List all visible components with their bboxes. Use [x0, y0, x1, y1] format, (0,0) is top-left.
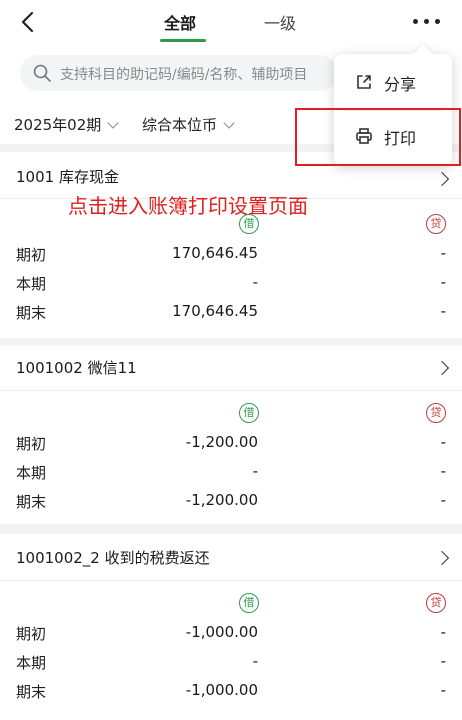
more-menu-button[interactable]: [410, 9, 444, 33]
top-nav-bar: 全部 一级: [0, 0, 462, 44]
debit-value: 170,646.45: [172, 244, 258, 262]
row-label: 期初: [16, 435, 47, 453]
share-icon: [357, 75, 371, 89]
credit-value: -: [440, 273, 446, 291]
chevron-down-icon: [107, 117, 119, 129]
account-title[interactable]: 1001002_2 收到的税费返还: [16, 547, 210, 568]
debit-value: -1,000.00: [185, 681, 258, 699]
credit-value: -: [440, 462, 446, 480]
debit-value: 170,646.45: [172, 302, 258, 320]
more-dot-icon: [435, 19, 440, 24]
chevron-down-icon: [223, 117, 235, 129]
menu-item-label: 分享: [384, 75, 417, 94]
debit-value: -1,200.00: [185, 433, 258, 451]
chevron-right-icon[interactable]: [434, 550, 450, 566]
menu-item-share[interactable]: 分享: [334, 56, 452, 110]
credit-value: -: [440, 491, 446, 509]
search-icon: [33, 64, 51, 82]
currency-selector[interactable]: 综合本位币: [142, 114, 235, 135]
row-label: 期初: [16, 625, 47, 643]
debit-value: -: [252, 652, 258, 670]
row-label: 期末: [16, 493, 47, 511]
debit-value: -: [252, 462, 258, 480]
account-card: 1001002 微信11 借 贷 期初 -1,200.00 - 本期 - - 期…: [0, 346, 462, 524]
debit-badge: 借: [239, 403, 259, 423]
annotation-text: 点击进入账簿打印设置页面: [68, 194, 308, 218]
row-label: 期末: [16, 304, 47, 322]
active-tab-indicator: [160, 39, 206, 42]
divider: [0, 580, 462, 581]
period-label: 2025年02期: [14, 116, 102, 134]
chevron-right-icon[interactable]: [434, 171, 450, 187]
debit-value: -1,000.00: [185, 623, 258, 641]
credit-value: -: [440, 302, 446, 320]
row-label: 期初: [16, 246, 47, 264]
more-dot-icon: [424, 19, 429, 24]
debit-value: -: [252, 273, 258, 291]
currency-label: 综合本位币: [142, 116, 218, 134]
account-title[interactable]: 1001002 微信11: [16, 357, 137, 378]
credit-badge: 贷: [426, 214, 446, 234]
search-placeholder: 支持科目的助记码/编码/名称、辅助项目: [60, 67, 308, 83]
highlight-box: [295, 108, 461, 166]
account-title[interactable]: 1001 库存现金: [16, 166, 119, 187]
chevron-right-icon[interactable]: [434, 360, 450, 376]
credit-badge: 贷: [426, 403, 446, 423]
debit-badge: 借: [239, 593, 259, 613]
more-dot-icon: [413, 19, 418, 24]
divider: [0, 390, 462, 391]
row-label: 本期: [16, 275, 47, 293]
row-label: 本期: [16, 654, 47, 672]
tab-level-one[interactable]: 一级: [264, 10, 296, 34]
credit-value: -: [440, 433, 446, 451]
tab-all[interactable]: 全部: [164, 10, 196, 34]
back-button[interactable]: [14, 8, 44, 36]
search-input[interactable]: 支持科目的助记码/编码/名称、辅助项目: [20, 55, 338, 91]
period-selector[interactable]: 2025年02期: [14, 114, 119, 135]
account-card: 1001002_2 收到的税费返还 借 贷 期初 -1,000.00 - 本期 …: [0, 534, 462, 720]
credit-value: -: [440, 652, 446, 670]
credit-value: -: [440, 623, 446, 641]
debit-value: -1,200.00: [185, 491, 258, 509]
row-label: 期末: [16, 683, 47, 701]
account-card: 1001 库存现金 借 贷 期初 170,646.45 - 本期 - - 期末 …: [0, 152, 462, 338]
credit-value: -: [440, 681, 446, 699]
credit-badge: 贷: [426, 593, 446, 613]
chevron-left-icon: [21, 11, 34, 33]
credit-value: -: [440, 244, 446, 262]
row-label: 本期: [16, 464, 47, 482]
